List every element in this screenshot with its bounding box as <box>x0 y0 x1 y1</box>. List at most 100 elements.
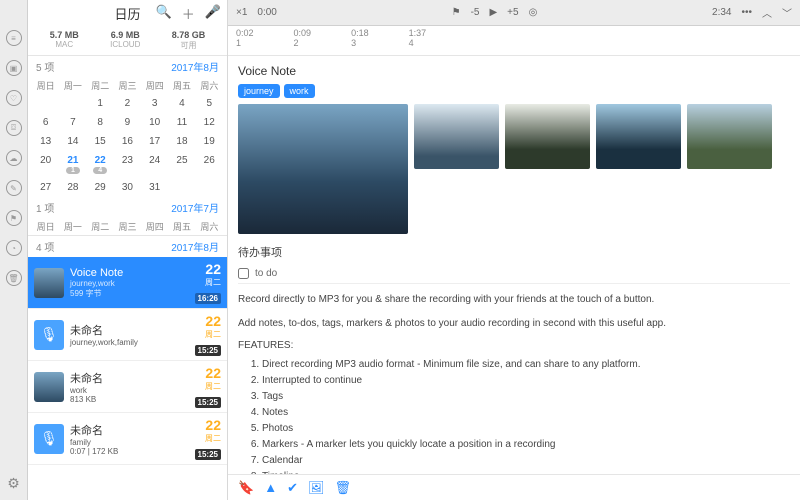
calendar-day[interactable]: 30 <box>114 178 141 197</box>
calendar-day[interactable]: 8 <box>87 113 114 132</box>
photo-thumb[interactable] <box>238 104 408 234</box>
app-title: 日历 <box>114 4 140 23</box>
cal1-header: 5 项 2017年8月 <box>28 56 227 77</box>
calendar-day[interactable]: 20 <box>32 151 59 178</box>
calendar-day[interactable] <box>32 94 59 113</box>
photo-thumb[interactable] <box>687 104 772 169</box>
monitor-icon[interactable]: ⌼ <box>6 120 22 136</box>
list-icon[interactable]: ≡ <box>6 30 22 46</box>
forward-button[interactable]: +5 <box>507 7 518 18</box>
cloud-icon[interactable]: ☁ <box>6 150 22 166</box>
trash-icon[interactable]: 🗑 <box>334 480 351 496</box>
tag[interactable]: journey <box>238 84 280 98</box>
calendar-day[interactable]: 10 <box>141 113 168 132</box>
marker[interactable]: 0:092 <box>294 28 312 53</box>
photo-icon[interactable]: 🖼 <box>308 480 325 496</box>
flag-icon[interactable]: ⚑ <box>452 7 461 18</box>
calendar-day[interactable]: 4 <box>168 94 195 113</box>
calendar-day[interactable]: 28 <box>59 178 86 197</box>
marker[interactable]: 0:021 <box>236 28 254 53</box>
note-icon[interactable]: ✎ <box>6 180 22 196</box>
calendar-day[interactable]: 3 <box>141 94 168 113</box>
calendar-day[interactable]: 16 <box>114 132 141 151</box>
mic-icon[interactable]: 🎤 <box>205 4 221 23</box>
photo-thumb[interactable] <box>596 104 681 169</box>
play-button[interactable]: ▶ <box>489 7 497 18</box>
calendar-day[interactable]: 5 <box>196 94 223 113</box>
gear-icon[interactable]: ⚙ <box>7 475 20 492</box>
todo-heading: 待办事项 <box>238 244 790 260</box>
calendar-day[interactable] <box>59 94 86 113</box>
marker[interactable]: 1:374 <box>409 28 427 53</box>
calendar-day[interactable]: 21 <box>59 151 86 178</box>
calendar-day[interactable]: 9 <box>114 113 141 132</box>
weekday-row: 周日周一周二周三周四周五周六 <box>28 218 227 235</box>
list-item[interactable]: Voice Notejourney,work599 字节22周二16:26 <box>28 257 227 309</box>
tag[interactable]: work <box>284 84 315 98</box>
calendar-day[interactable]: 23 <box>114 151 141 178</box>
calendar-day[interactable]: 1 <box>87 94 114 113</box>
list-header: 4 项 2017年8月 <box>28 235 227 257</box>
list-thumb <box>34 268 64 298</box>
calendar-day[interactable]: 2 <box>114 94 141 113</box>
trash-icon[interactable]: 🗑 <box>6 270 22 286</box>
add-icon[interactable]: ＋ <box>182 4 195 23</box>
calendar-day[interactable]: 27 <box>32 178 59 197</box>
note-content: Voice Note journeywork 待办事项 to do Record… <box>228 56 800 474</box>
photo-thumb[interactable] <box>505 104 590 169</box>
desc-p2: Add notes, to-dos, tags, markers & photo… <box>238 316 790 332</box>
weekday-row: 周日周一周二周三周四周五周六 <box>28 77 227 94</box>
calendar-day[interactable]: 7 <box>59 113 86 132</box>
list-thumb: 🎙 <box>34 424 64 454</box>
note-list: Voice Notejourney,work599 字节22周二16:26🎙未命… <box>28 257 227 500</box>
titlebar: 日历 🔍 ＋ 🎤 <box>28 0 227 26</box>
chart-icon[interactable]: ◔ <box>6 240 22 256</box>
list-item[interactable]: 未命名work813 KB22周二15:25 <box>28 361 227 413</box>
position-label: 0:00 <box>257 7 276 18</box>
search-icon[interactable]: 🔍 <box>156 4 172 23</box>
storage-row: 5.7 MBMAC 6.9 MBICLOUD 8.78 GB可用 <box>28 26 227 56</box>
calendar-day[interactable]: 11 <box>168 113 195 132</box>
calendar-day[interactable]: 17 <box>141 132 168 151</box>
calendar-day[interactable]: 25 <box>168 151 195 178</box>
speed-label[interactable]: ×1 <box>236 7 247 18</box>
todo-checkbox[interactable] <box>238 268 249 279</box>
todo-item[interactable]: to do <box>238 264 790 284</box>
photo-row <box>238 104 790 234</box>
marker-icon[interactable]: ▲ <box>264 480 277 495</box>
calendar-day[interactable]: 31 <box>141 178 168 197</box>
airplay-icon[interactable]: ◎ <box>529 7 538 18</box>
more-icon[interactable]: ••• <box>742 7 753 18</box>
sidebar: 日历 🔍 ＋ 🎤 5.7 MBMAC 6.9 MBICLOUD 8.78 GB可… <box>28 0 228 500</box>
calendar-day[interactable]: 6 <box>32 113 59 132</box>
list-thumb <box>34 372 64 402</box>
icon-sidebar: ≡ ▣ ♡ ⌼ ☁ ✎ ⚑ ◔ 🗑 ⚙ <box>0 0 28 500</box>
tag-icon[interactable]: 🔖 <box>238 480 254 496</box>
calendar-day[interactable]: 29 <box>87 178 114 197</box>
calendar-day[interactable]: 13 <box>32 132 59 151</box>
calendar-day[interactable]: 22 <box>87 151 114 178</box>
photo-thumb[interactable] <box>414 104 499 169</box>
features-heading: FEATURES: <box>238 340 790 351</box>
features-list: Direct recording MP3 audio format - Mini… <box>262 357 790 474</box>
check-icon[interactable]: ✔ <box>287 480 298 496</box>
flag-icon[interactable]: ⚑ <box>6 210 22 226</box>
list-item[interactable]: 🎙未命名journey,work,family22周二15:25 <box>28 309 227 361</box>
calendar-day[interactable]: 12 <box>196 113 223 132</box>
calendar-day[interactable]: 24 <box>141 151 168 178</box>
heart-icon[interactable]: ♡ <box>6 90 22 106</box>
calendar-day[interactable]: 15 <box>87 132 114 151</box>
calendar-day[interactable]: 26 <box>196 151 223 178</box>
list-item[interactable]: 🎙未命名family0:07 | 172 KB22周二15:25 <box>28 413 227 465</box>
chevron-down-icon[interactable]: ﹀ <box>782 5 792 20</box>
camera-icon[interactable]: ▣ <box>6 60 22 76</box>
calendar-day[interactable]: 14 <box>59 132 86 151</box>
marker[interactable]: 0:183 <box>351 28 369 53</box>
bottom-toolbar: 🔖 ▲ ✔ 🖼 🗑 <box>228 474 800 500</box>
calendar-day[interactable]: 18 <box>168 132 195 151</box>
note-title[interactable]: Voice Note <box>238 64 790 78</box>
chevron-up-icon[interactable]: ︿ <box>762 5 772 20</box>
calendar-day[interactable]: 19 <box>196 132 223 151</box>
timeline-ruler[interactable]: 0:021 0:092 0:183 1:374 <box>228 26 800 56</box>
rewind-button[interactable]: -5 <box>471 7 480 18</box>
